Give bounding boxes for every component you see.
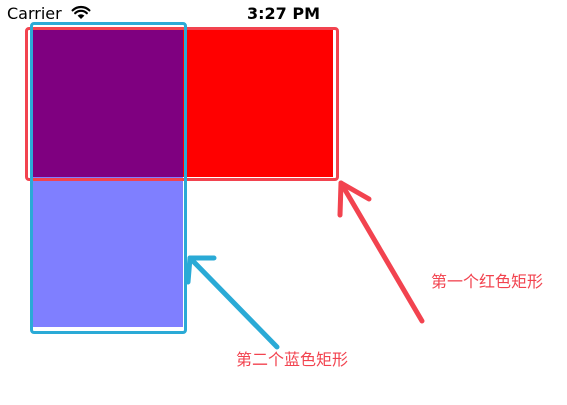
- red-rectangle-label: 第一个红色矩形: [431, 272, 544, 291]
- red-arrow: [337, 180, 425, 324]
- blue-rectangle-label: 第二个蓝色矩形: [236, 350, 349, 369]
- blue-arrow: [185, 255, 280, 350]
- annotation-arrows: [185, 180, 425, 350]
